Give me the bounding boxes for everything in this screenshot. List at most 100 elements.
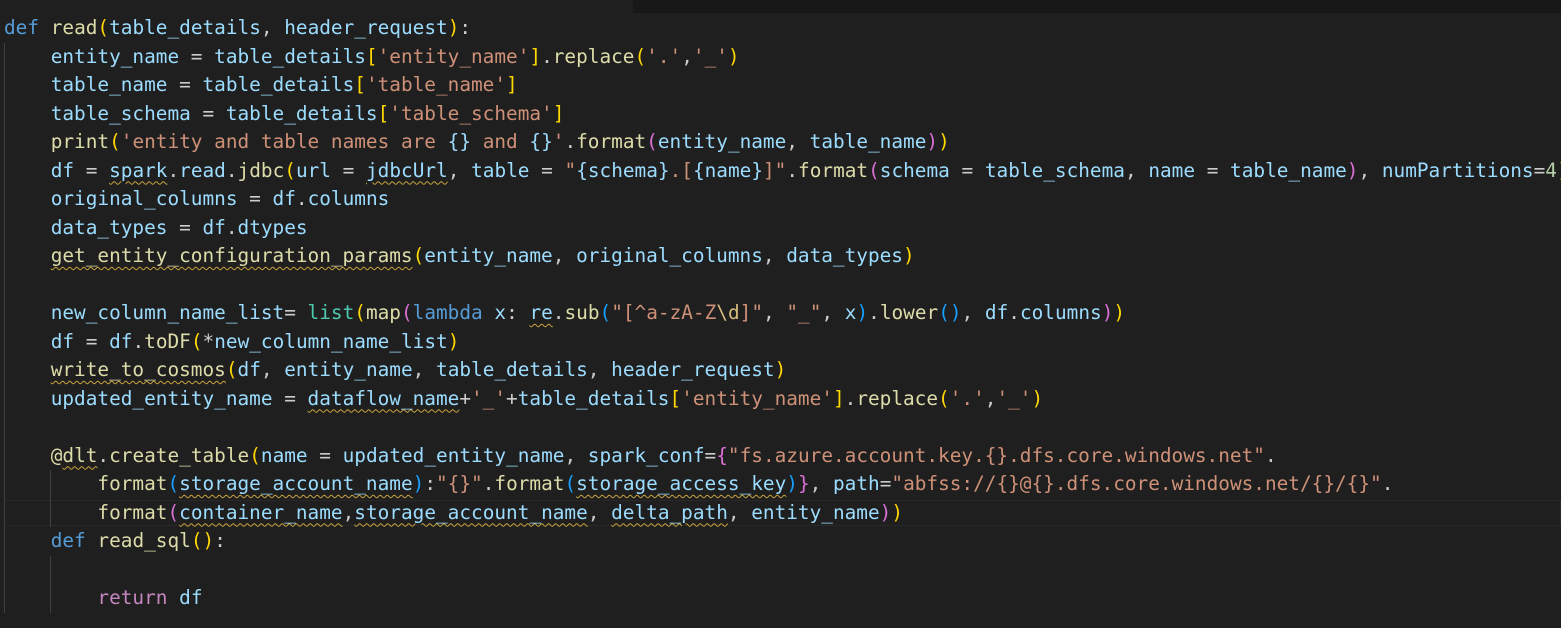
code-token: @: [50, 443, 63, 467]
code-line[interactable]: new_column_name_list= list(map(lambda x:…: [0, 299, 1561, 328]
code-token: ): [938, 130, 950, 153]
code-token: (: [599, 301, 612, 324]
code-token: entity_name: [50, 44, 180, 68]
code-token: (: [249, 443, 261, 467]
code-token: data_types: [50, 215, 168, 239]
code-line[interactable]: format(container_name,storage_account_na…: [0, 498, 1561, 527]
code-token: def: [50, 529, 86, 552]
code-line[interactable]: entity_name = table_details['entity_name…: [0, 42, 1561, 71]
code-token: path: [833, 472, 880, 495]
code-token: (: [109, 130, 121, 153]
code-token: =: [1195, 158, 1231, 182]
code-line[interactable]: updated_entity_name = dataflow_name+'_'+…: [0, 384, 1561, 413]
code-token: table_details: [225, 101, 378, 125]
code-token-with-warning: write_to_cosmos: [50, 358, 226, 381]
code-line-text: return df: [0, 586, 202, 609]
code-token-with-warning: storage_account_name: [179, 472, 413, 495]
code-token: *: [202, 329, 215, 353]
code-token: =: [704, 443, 717, 467]
code-token: list: [307, 301, 355, 324]
code-token: header_request: [284, 16, 448, 39]
code-token: entity_name: [284, 358, 413, 381]
code-area[interactable]: def read(table_details, header_request):…: [0, 14, 1561, 613]
indent-guide: [4, 270, 5, 299]
code-token: sub: [564, 301, 600, 324]
code-line[interactable]: def read(table_details, header_request):: [0, 14, 1561, 43]
code-token: +: [506, 386, 518, 410]
code-token: df: [237, 358, 261, 381]
editor-tab-strip: [0, 0, 1561, 13]
active-editor-tab[interactable]: [0, 0, 633, 13]
code-token: df: [202, 215, 226, 239]
code-line[interactable]: table_name = table_details['table_name']: [0, 71, 1561, 100]
code-token-with-warning: spark: [109, 158, 168, 182]
code-token: table_details: [214, 44, 366, 68]
code-token: '_': [996, 386, 1032, 410]
code-line[interactable]: table_schema = table_details['table_sche…: [0, 99, 1561, 128]
code-token: (: [564, 472, 577, 495]
code-token: {schema}: [576, 158, 670, 182]
code-line[interactable]: [0, 555, 1561, 584]
code-token: ): [447, 16, 460, 39]
code-token: ,: [260, 358, 285, 381]
code-token: ): [1031, 386, 1044, 410]
code-token: schema: [879, 158, 950, 182]
code-line-text: table_schema = table_details['table_sche…: [0, 101, 565, 125]
code-line-text: updated_entity_name = dataflow_name+'_'+…: [0, 387, 1043, 410]
code-token: table_schema: [50, 101, 191, 125]
code-token: ): [856, 301, 869, 324]
code-token-with-warning: re: [529, 301, 553, 324]
code-token: jdbc: [237, 158, 285, 182]
code-token: ,: [762, 244, 787, 267]
code-token: =: [167, 73, 203, 96]
code-token: columns: [307, 187, 390, 210]
code-line[interactable]: return df: [0, 584, 1561, 613]
code-token: name: [1148, 158, 1196, 182]
code-token: (: [225, 358, 238, 381]
code-token: [: [354, 73, 366, 96]
code-editor[interactable]: def read(table_details, header_request):…: [0, 0, 1561, 628]
code-line[interactable]: get_entity_configuration_params(entity_n…: [0, 242, 1561, 271]
code-token: ,: [260, 16, 285, 39]
code-line[interactable]: format(storage_account_name):"{}".format…: [0, 470, 1561, 499]
code-line-text: df = df.toDF(*new_column_name_list): [0, 329, 460, 353]
code-token: .: [564, 130, 577, 153]
code-token: new_column_name_list: [214, 329, 448, 353]
code-line[interactable]: [0, 413, 1561, 442]
code-line-text: data_types = df.dtypes: [0, 216, 308, 239]
code-token: numPartitions: [1381, 158, 1534, 182]
code-token: ): [774, 358, 787, 381]
code-line-text: @dlt.create_table(name = updated_entity_…: [0, 444, 1277, 467]
code-token: =: [1533, 158, 1546, 182]
code-token: =: [167, 215, 203, 239]
code-line[interactable]: write_to_cosmos(df, entity_name, table_d…: [0, 356, 1561, 385]
code-token: 4: [1545, 158, 1557, 182]
code-line[interactable]: original_columns = df.columns: [0, 185, 1561, 214]
code-token: 'table_name': [365, 73, 507, 96]
code-line[interactable]: df = spark.read.jdbc(url = jdbcUrl, tabl…: [0, 156, 1561, 185]
code-token: data_types: [786, 244, 903, 267]
code-token: df: [272, 187, 296, 210]
code-line[interactable]: [0, 270, 1561, 299]
code-token: entity_name: [751, 500, 880, 524]
code-token: format: [798, 158, 869, 182]
code-line[interactable]: df = df.toDF(*new_column_name_list): [0, 327, 1561, 356]
code-token: def: [4, 16, 40, 39]
code-token: ,: [587, 358, 612, 381]
code-token: (: [634, 44, 647, 68]
code-token: .: [225, 215, 238, 239]
code-token: table_name: [809, 130, 927, 153]
code-token: =: [529, 158, 565, 182]
code-token: \d: [716, 301, 740, 324]
code-token: lambda: [412, 301, 483, 324]
code-token-with-warning: dlt: [62, 443, 98, 467]
code-token-with-warning: storage_account_name: [354, 500, 588, 524]
code-token: map: [365, 301, 401, 324]
code-line[interactable]: def read_sql():: [0, 527, 1561, 556]
code-token: (: [400, 301, 413, 324]
code-token: ]: [552, 101, 565, 125]
code-line[interactable]: data_types = df.dtypes: [0, 213, 1561, 242]
code-line[interactable]: @dlt.create_table(name = updated_entity_…: [0, 441, 1561, 470]
code-line[interactable]: print('entity and table names are {} and…: [0, 128, 1561, 157]
